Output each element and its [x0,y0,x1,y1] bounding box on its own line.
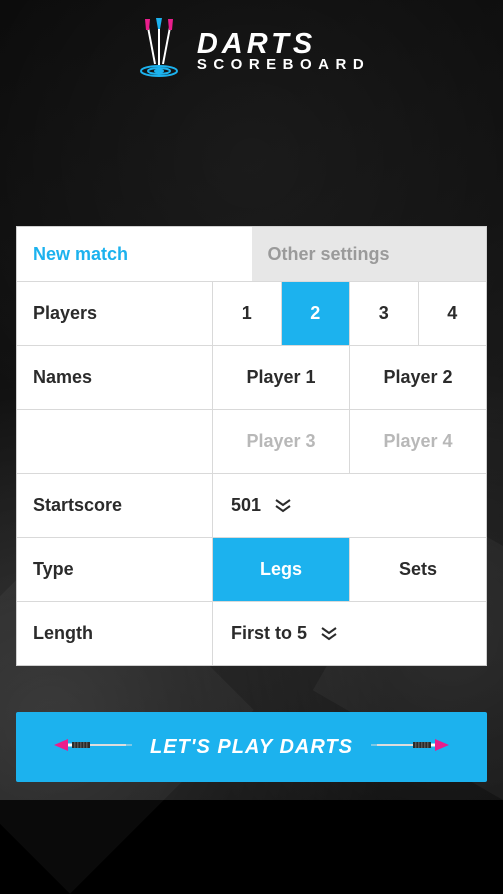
player3-name-input: Player 3 [213,410,349,473]
length-value: First to 5 [231,623,307,644]
type-label: Type [17,538,213,601]
logo-title: DARTS [197,31,370,59]
tab-other-settings[interactable]: Other settings [252,227,487,281]
row-startscore: Startscore 501 [17,473,486,537]
players-option-4[interactable]: 4 [418,282,487,345]
players-label: Players [17,282,213,345]
settings-card: New match Other settings Players 1 2 3 4… [16,226,487,666]
type-option-sets[interactable]: Sets [349,538,486,601]
length-label: Length [17,602,213,665]
row-length: Length First to 5 [17,601,486,665]
chevron-down-icon [275,499,291,513]
startscore-value: 501 [231,495,261,516]
darts-icon [133,16,185,87]
players-option-3[interactable]: 3 [349,282,418,345]
row-names-1: Names Player 1 Player 2 [17,345,486,409]
players-option-1[interactable]: 1 [213,282,281,345]
dart-right-icon [371,736,449,759]
row-names-2: Player 3 Player 4 [17,409,486,473]
dart-left-icon [54,736,132,759]
player4-name-input: Player 4 [349,410,486,473]
player1-name-input[interactable]: Player 1 [213,346,349,409]
app-logo: DARTS SCOREBOARD [0,16,503,87]
startscore-label: Startscore [17,474,213,537]
names-spacer [17,410,213,473]
row-players: Players 1 2 3 4 [17,281,486,345]
names-label: Names [17,346,213,409]
play-button[interactable]: LET'S PLAY DARTS [16,712,487,782]
logo-subtitle: SCOREBOARD [197,58,370,72]
length-select[interactable]: First to 5 [213,602,486,665]
row-type: Type Legs Sets [17,537,486,601]
players-option-2[interactable]: 2 [281,282,350,345]
tabs: New match Other settings [17,227,486,281]
tab-new-match[interactable]: New match [17,227,252,281]
play-button-label: LET'S PLAY DARTS [150,736,353,759]
type-option-legs[interactable]: Legs [213,538,349,601]
startscore-select[interactable]: 501 [213,474,486,537]
player2-name-input[interactable]: Player 2 [349,346,486,409]
chevron-down-icon [321,627,337,641]
